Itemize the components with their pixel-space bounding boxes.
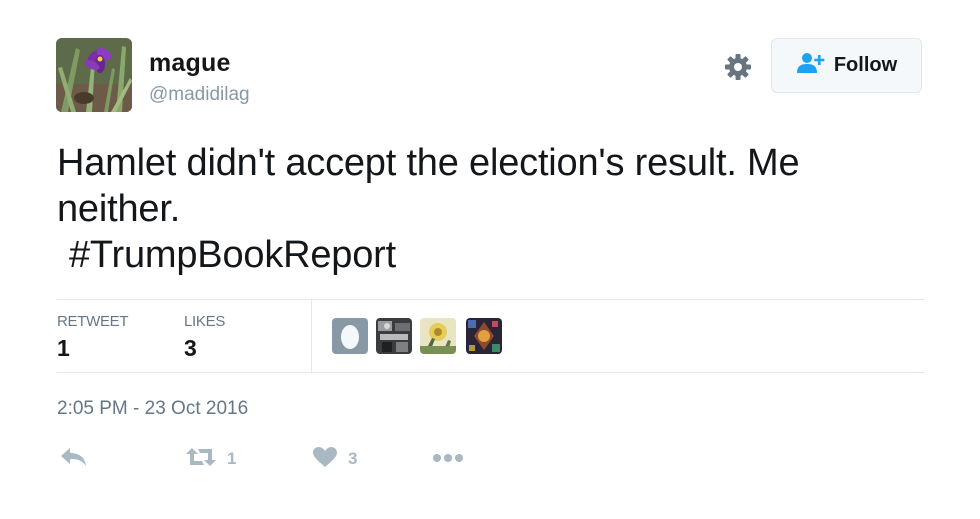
colorful-art-photo-avatar xyxy=(466,318,502,354)
user-avatar[interactable] xyxy=(56,38,132,112)
like-button[interactable]: 3 xyxy=(312,446,357,472)
retweet-button[interactable]: 1 xyxy=(185,446,236,472)
likes-label[interactable]: LIKES xyxy=(184,313,225,330)
more-dots-icon xyxy=(432,450,464,468)
liker-avatar[interactable] xyxy=(332,318,368,354)
iris-flower-avatar-image xyxy=(56,38,132,112)
like-count: 3 xyxy=(348,449,358,468)
heart-icon xyxy=(312,446,338,473)
tweet-timestamp[interactable]: 2:05 PM - 23 Oct 2016 xyxy=(57,398,248,420)
stats-vertical-divider xyxy=(311,300,312,372)
liker-avatar[interactable] xyxy=(376,318,412,354)
reply-button[interactable] xyxy=(59,446,89,472)
user-handle[interactable]: @madidilag xyxy=(149,84,250,106)
gear-icon[interactable] xyxy=(722,51,754,83)
liker-avatar[interactable] xyxy=(466,318,502,354)
tweet-text-line: Hamlet didn't accept the election's resu… xyxy=(57,142,800,184)
add-user-icon xyxy=(796,52,826,79)
stats-top-divider xyxy=(57,299,924,300)
tweet-text: Hamlet didn't accept the election's resu… xyxy=(57,140,917,278)
stats-bottom-divider xyxy=(57,372,924,373)
tweet-text-line: neither. xyxy=(57,188,181,230)
hashtag-link[interactable]: #TrumpBookReport xyxy=(57,232,917,278)
likes-count[interactable]: 3 xyxy=(184,335,197,362)
yellow-flower-photo-avatar xyxy=(420,318,456,354)
retweets-count[interactable]: 1 xyxy=(57,335,70,362)
reply-icon xyxy=(59,446,89,473)
display-name[interactable]: mague xyxy=(149,49,231,78)
follow-label: Follow xyxy=(833,54,898,76)
default-egg-avatar-icon xyxy=(332,318,368,354)
retweet-icon xyxy=(185,446,217,473)
liker-avatar[interactable] xyxy=(420,318,456,354)
retweets-label[interactable]: RETWEET xyxy=(57,313,129,330)
follow-button[interactable]: Follow xyxy=(771,38,922,93)
dark-room-photo-avatar xyxy=(376,318,412,354)
retweet-count: 1 xyxy=(227,449,237,468)
more-button[interactable] xyxy=(432,446,464,472)
